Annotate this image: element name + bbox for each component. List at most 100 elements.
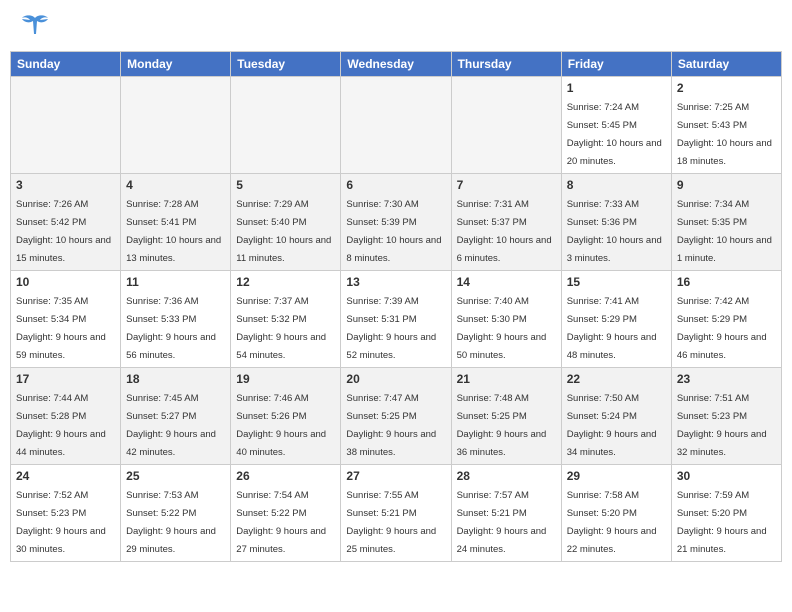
day-cell: 1 Sunrise: 7:24 AM Sunset: 5:45 PM Daylig… <box>561 77 671 174</box>
day-number: 24 <box>16 469 115 483</box>
day-number: 11 <box>126 275 225 289</box>
day-number: 29 <box>567 469 666 483</box>
header-monday: Monday <box>121 52 231 77</box>
day-info: Sunrise: 7:55 AM Sunset: 5:21 PM Dayligh… <box>346 490 436 555</box>
day-cell: 18 Sunrise: 7:45 AM Sunset: 5:27 PM Dayli… <box>121 368 231 465</box>
day-cell <box>11 77 121 174</box>
header-friday: Friday <box>561 52 671 77</box>
day-cell: 29 Sunrise: 7:58 AM Sunset: 5:20 PM Dayli… <box>561 465 671 562</box>
header-saturday: Saturday <box>671 52 781 77</box>
day-info: Sunrise: 7:24 AM Sunset: 5:45 PM Dayligh… <box>567 102 662 167</box>
day-cell <box>121 77 231 174</box>
day-number: 22 <box>567 372 666 386</box>
day-cell: 13 Sunrise: 7:39 AM Sunset: 5:31 PM Dayli… <box>341 271 451 368</box>
header-tuesday: Tuesday <box>231 52 341 77</box>
day-number: 17 <box>16 372 115 386</box>
header-sunday: Sunday <box>11 52 121 77</box>
day-cell: 21 Sunrise: 7:48 AM Sunset: 5:25 PM Dayli… <box>451 368 561 465</box>
day-number: 26 <box>236 469 335 483</box>
day-number: 30 <box>677 469 776 483</box>
day-number: 10 <box>16 275 115 289</box>
day-info: Sunrise: 7:58 AM Sunset: 5:20 PM Dayligh… <box>567 490 657 555</box>
day-info: Sunrise: 7:34 AM Sunset: 5:35 PM Dayligh… <box>677 199 772 264</box>
day-cell: 17 Sunrise: 7:44 AM Sunset: 5:28 PM Dayli… <box>11 368 121 465</box>
day-info: Sunrise: 7:44 AM Sunset: 5:28 PM Dayligh… <box>16 393 106 458</box>
day-info: Sunrise: 7:50 AM Sunset: 5:24 PM Dayligh… <box>567 393 657 458</box>
day-number: 14 <box>457 275 556 289</box>
day-cell: 14 Sunrise: 7:40 AM Sunset: 5:30 PM Dayli… <box>451 271 561 368</box>
day-info: Sunrise: 7:54 AM Sunset: 5:22 PM Dayligh… <box>236 490 326 555</box>
day-info: Sunrise: 7:25 AM Sunset: 5:43 PM Dayligh… <box>677 102 772 167</box>
day-cell <box>451 77 561 174</box>
week-row-3: 10 Sunrise: 7:35 AM Sunset: 5:34 PM Dayli… <box>11 271 782 368</box>
week-row-2: 3 Sunrise: 7:26 AM Sunset: 5:42 PM Daylig… <box>11 174 782 271</box>
day-number: 2 <box>677 81 776 95</box>
day-number: 1 <box>567 81 666 95</box>
day-cell: 15Sunrise: 7:41 AM Sunset: 5:29 PM Dayli… <box>561 271 671 368</box>
day-number: 12 <box>236 275 335 289</box>
day-cell: 8Sunrise: 7:33 AM Sunset: 5:36 PM Daylig… <box>561 174 671 271</box>
day-cell <box>231 77 341 174</box>
day-info: Sunrise: 7:35 AM Sunset: 5:34 PM Dayligh… <box>16 296 106 361</box>
day-cell: 16Sunrise: 7:42 AM Sunset: 5:29 PM Dayli… <box>671 271 781 368</box>
day-number: 15 <box>567 275 666 289</box>
day-info: Sunrise: 7:37 AM Sunset: 5:32 PM Dayligh… <box>236 296 326 361</box>
day-number: 13 <box>346 275 445 289</box>
day-info: Sunrise: 7:46 AM Sunset: 5:26 PM Dayligh… <box>236 393 326 458</box>
day-cell: 26 Sunrise: 7:54 AM Sunset: 5:22 PM Dayli… <box>231 465 341 562</box>
logo <box>15 10 50 45</box>
day-info: Sunrise: 7:31 AM Sunset: 5:37 PM Dayligh… <box>457 199 552 264</box>
day-info: Sunrise: 7:28 AM Sunset: 5:41 PM Dayligh… <box>126 199 221 264</box>
day-info: Sunrise: 7:47 AM Sunset: 5:25 PM Dayligh… <box>346 393 436 458</box>
day-info: Sunrise: 7:26 AM Sunset: 5:42 PM Dayligh… <box>16 199 111 264</box>
day-cell: 11Sunrise: 7:36 AM Sunset: 5:33 PM Dayli… <box>121 271 231 368</box>
day-number: 6 <box>346 178 445 192</box>
day-info: Sunrise: 7:51 AM Sunset: 5:23 PM Dayligh… <box>677 393 767 458</box>
day-cell: 28 Sunrise: 7:57 AM Sunset: 5:21 PM Dayli… <box>451 465 561 562</box>
header-row: Sunday Monday Tuesday Wednesday Thursday… <box>11 52 782 77</box>
week-row-5: 24 Sunrise: 7:52 AM Sunset: 5:23 PM Dayli… <box>11 465 782 562</box>
day-number: 28 <box>457 469 556 483</box>
day-number: 9 <box>677 178 776 192</box>
day-cell: 2 Sunrise: 7:25 AM Sunset: 5:43 PM Daylig… <box>671 77 781 174</box>
day-number: 20 <box>346 372 445 386</box>
day-info: Sunrise: 7:42 AM Sunset: 5:29 PM Dayligh… <box>677 296 767 361</box>
day-cell: 30 Sunrise: 7:59 AM Sunset: 5:20 PM Dayli… <box>671 465 781 562</box>
day-number: 4 <box>126 178 225 192</box>
day-cell: 23Sunrise: 7:51 AM Sunset: 5:23 PM Dayli… <box>671 368 781 465</box>
day-info: Sunrise: 7:30 AM Sunset: 5:39 PM Dayligh… <box>346 199 441 264</box>
day-cell: 22 Sunrise: 7:50 AM Sunset: 5:24 PM Dayli… <box>561 368 671 465</box>
week-row-1: 1 Sunrise: 7:24 AM Sunset: 5:45 PM Daylig… <box>11 77 782 174</box>
day-info: Sunrise: 7:39 AM Sunset: 5:31 PM Dayligh… <box>346 296 436 361</box>
day-info: Sunrise: 7:45 AM Sunset: 5:27 PM Dayligh… <box>126 393 216 458</box>
day-number: 25 <box>126 469 225 483</box>
day-cell: 12 Sunrise: 7:37 AM Sunset: 5:32 PM Dayli… <box>231 271 341 368</box>
day-number: 21 <box>457 372 556 386</box>
day-info: Sunrise: 7:53 AM Sunset: 5:22 PM Dayligh… <box>126 490 216 555</box>
day-info: Sunrise: 7:40 AM Sunset: 5:30 PM Dayligh… <box>457 296 547 361</box>
day-number: 27 <box>346 469 445 483</box>
day-number: 18 <box>126 372 225 386</box>
day-info: Sunrise: 7:59 AM Sunset: 5:20 PM Dayligh… <box>677 490 767 555</box>
day-cell: 24 Sunrise: 7:52 AM Sunset: 5:23 PM Dayli… <box>11 465 121 562</box>
day-cell: 19 Sunrise: 7:46 AM Sunset: 5:26 PM Dayli… <box>231 368 341 465</box>
day-cell: 4 Sunrise: 7:28 AM Sunset: 5:41 PM Daylig… <box>121 174 231 271</box>
day-info: Sunrise: 7:29 AM Sunset: 5:40 PM Dayligh… <box>236 199 331 264</box>
day-number: 8 <box>567 178 666 192</box>
day-cell: 3 Sunrise: 7:26 AM Sunset: 5:42 PM Daylig… <box>11 174 121 271</box>
day-info: Sunrise: 7:57 AM Sunset: 5:21 PM Dayligh… <box>457 490 547 555</box>
page-container: Sunday Monday Tuesday Wednesday Thursday… <box>0 0 792 612</box>
day-cell: 27 Sunrise: 7:55 AM Sunset: 5:21 PM Dayli… <box>341 465 451 562</box>
header <box>0 0 792 51</box>
day-cell: 10 Sunrise: 7:35 AM Sunset: 5:34 PM Dayli… <box>11 271 121 368</box>
week-row-4: 17 Sunrise: 7:44 AM Sunset: 5:28 PM Dayli… <box>11 368 782 465</box>
day-cell: 25 Sunrise: 7:53 AM Sunset: 5:22 PM Dayli… <box>121 465 231 562</box>
day-info: Sunrise: 7:52 AM Sunset: 5:23 PM Dayligh… <box>16 490 106 555</box>
logo-bird-icon <box>20 10 50 45</box>
day-number: 19 <box>236 372 335 386</box>
day-info: Sunrise: 7:48 AM Sunset: 5:25 PM Dayligh… <box>457 393 547 458</box>
day-cell <box>341 77 451 174</box>
day-number: 3 <box>16 178 115 192</box>
day-number: 5 <box>236 178 335 192</box>
day-cell: 20 Sunrise: 7:47 AM Sunset: 5:25 PM Dayli… <box>341 368 451 465</box>
